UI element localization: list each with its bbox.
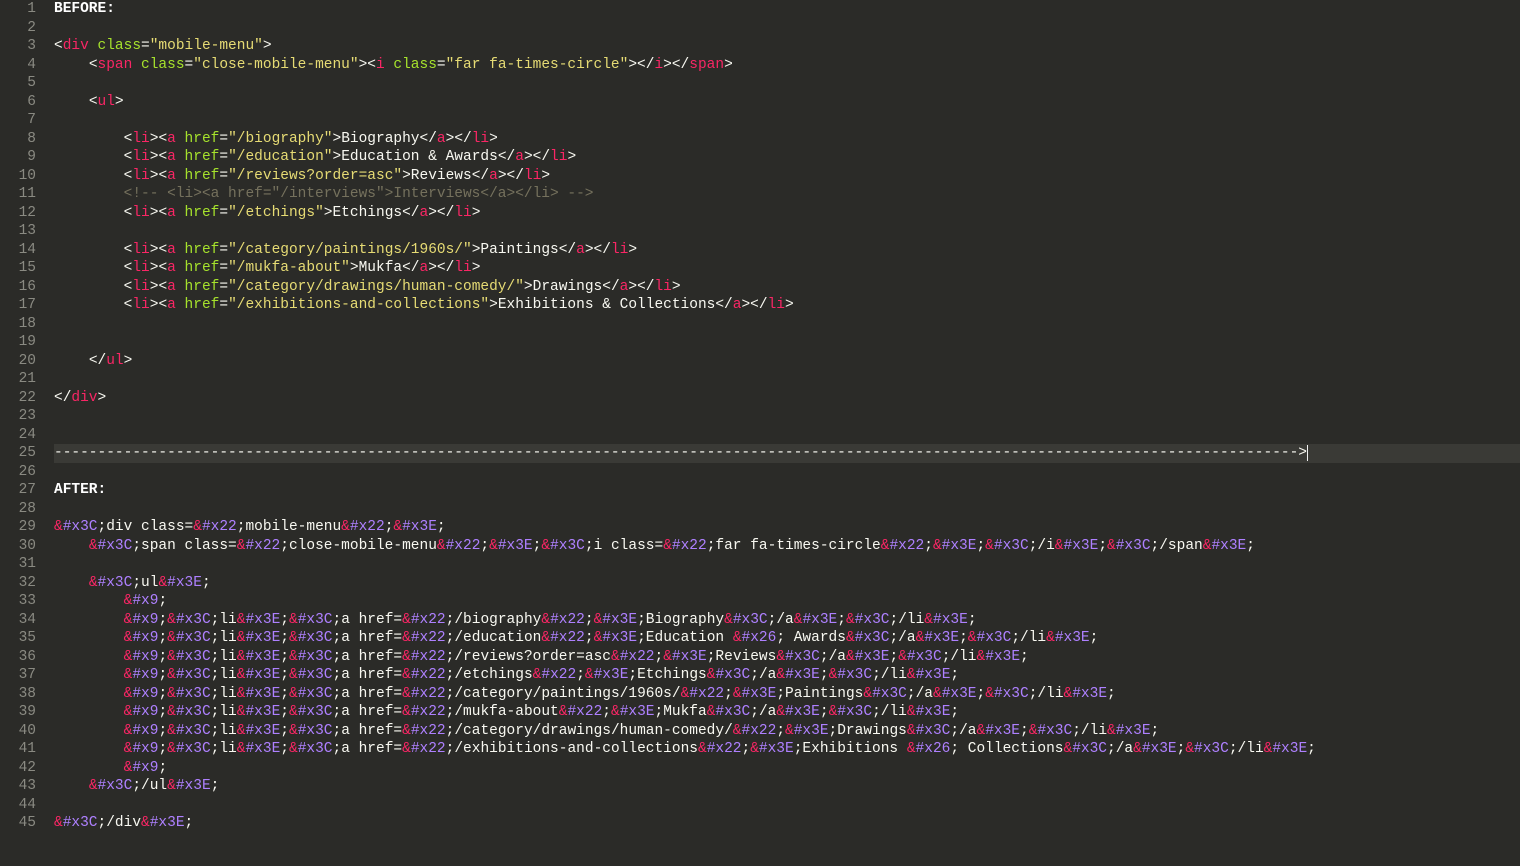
line-number: 19 xyxy=(0,333,36,352)
line-number: 13 xyxy=(0,222,36,241)
line-number: 32 xyxy=(0,574,36,593)
line-number: 22 xyxy=(0,389,36,408)
code-line[interactable]: </ul> xyxy=(54,352,1520,371)
line-number: 16 xyxy=(0,278,36,297)
code-line[interactable] xyxy=(54,555,1520,574)
line-number: 26 xyxy=(0,463,36,482)
line-number: 8 xyxy=(0,130,36,149)
line-number: 29 xyxy=(0,518,36,537)
code-line[interactable] xyxy=(54,74,1520,93)
code-line[interactable]: <li><a href="/exhibitions-and-collection… xyxy=(54,296,1520,315)
code-line[interactable]: &#x9;&#x3C;li&#x3E;&#x3C;a href=&#x22;/e… xyxy=(54,629,1520,648)
line-number: 33 xyxy=(0,592,36,611)
line-number: 15 xyxy=(0,259,36,278)
code-line[interactable]: <li><a href="/mukfa-about">Mukfa</a></li… xyxy=(54,259,1520,278)
code-line[interactable]: <!-- <li><a href="/interviews">Interview… xyxy=(54,185,1520,204)
line-number: 9 xyxy=(0,148,36,167)
line-number: 44 xyxy=(0,796,36,815)
code-line[interactable]: &#x9;&#x3C;li&#x3E;&#x3C;a href=&#x22;/e… xyxy=(54,740,1520,759)
code-line[interactable]: <div class="mobile-menu"> xyxy=(54,37,1520,56)
code-line[interactable]: &#x9;&#x3C;li&#x3E;&#x3C;a href=&#x22;/c… xyxy=(54,685,1520,704)
code-line[interactable]: &#x3C;/div&#x3E; xyxy=(54,814,1520,833)
line-number: 42 xyxy=(0,759,36,778)
code-line[interactable] xyxy=(54,796,1520,815)
line-number: 2 xyxy=(0,19,36,38)
code-line[interactable]: </div> xyxy=(54,389,1520,408)
code-line[interactable] xyxy=(54,407,1520,426)
code-line[interactable] xyxy=(54,333,1520,352)
code-line[interactable]: &#x3C;div class=&#x22;mobile-menu&#x22;&… xyxy=(54,518,1520,537)
line-number: 37 xyxy=(0,666,36,685)
line-number: 31 xyxy=(0,555,36,574)
code-area[interactable]: BEFORE: <div class="mobile-menu"> <span c… xyxy=(46,0,1520,866)
line-number: 21 xyxy=(0,370,36,389)
line-number: 17 xyxy=(0,296,36,315)
line-number: 45 xyxy=(0,814,36,833)
line-number: 12 xyxy=(0,204,36,223)
code-line[interactable]: &#x9;&#x3C;li&#x3E;&#x3C;a href=&#x22;/b… xyxy=(54,611,1520,630)
line-number: 39 xyxy=(0,703,36,722)
code-line[interactable]: &#x3C;ul&#x3E; xyxy=(54,574,1520,593)
code-line[interactable]: &#x9; xyxy=(54,759,1520,778)
line-number: 40 xyxy=(0,722,36,741)
line-number: 36 xyxy=(0,648,36,667)
code-line[interactable] xyxy=(54,463,1520,482)
line-number: 14 xyxy=(0,241,36,260)
code-line[interactable]: <li><a href="/etchings">Etchings</a></li… xyxy=(54,204,1520,223)
code-line[interactable]: <ul> xyxy=(54,93,1520,112)
line-number-gutter: 1234567891011121314151617181920212223242… xyxy=(0,0,46,866)
code-line[interactable]: ----------------------------------------… xyxy=(54,444,1520,463)
line-number: 18 xyxy=(0,315,36,334)
code-line[interactable]: <li><a href="/category/paintings/1960s/"… xyxy=(54,241,1520,260)
line-number: 24 xyxy=(0,426,36,445)
code-line[interactable]: AFTER: xyxy=(54,481,1520,500)
code-line[interactable]: <li><a href="/education">Education & Awa… xyxy=(54,148,1520,167)
line-number: 3 xyxy=(0,37,36,56)
line-number: 11 xyxy=(0,185,36,204)
code-line[interactable] xyxy=(54,426,1520,445)
code-line[interactable] xyxy=(54,19,1520,38)
code-line[interactable]: &#x3C;/ul&#x3E; xyxy=(54,777,1520,796)
code-line[interactable] xyxy=(54,222,1520,241)
line-number: 1 xyxy=(0,0,36,19)
code-line[interactable] xyxy=(54,500,1520,519)
code-line[interactable] xyxy=(54,370,1520,389)
line-number: 6 xyxy=(0,93,36,112)
line-number: 38 xyxy=(0,685,36,704)
code-line[interactable]: <li><a href="/reviews?order=asc">Reviews… xyxy=(54,167,1520,186)
code-line[interactable]: &#x9;&#x3C;li&#x3E;&#x3C;a href=&#x22;/c… xyxy=(54,722,1520,741)
code-line[interactable]: BEFORE: xyxy=(54,0,1520,19)
code-line[interactable] xyxy=(54,315,1520,334)
line-number: 7 xyxy=(0,111,36,130)
line-number: 10 xyxy=(0,167,36,186)
code-line[interactable]: &#x9;&#x3C;li&#x3E;&#x3C;a href=&#x22;/r… xyxy=(54,648,1520,667)
code-line[interactable]: <li><a href="/biography">Biography</a></… xyxy=(54,130,1520,149)
code-line[interactable]: &#x9; xyxy=(54,592,1520,611)
code-line[interactable]: &#x9;&#x3C;li&#x3E;&#x3C;a href=&#x22;/m… xyxy=(54,703,1520,722)
line-number: 25 xyxy=(0,444,36,463)
line-number: 43 xyxy=(0,777,36,796)
code-line[interactable]: <span class="close-mobile-menu"><i class… xyxy=(54,56,1520,75)
code-editor[interactable]: 1234567891011121314151617181920212223242… xyxy=(0,0,1520,866)
code-line[interactable]: <li><a href="/category/drawings/human-co… xyxy=(54,278,1520,297)
line-number: 5 xyxy=(0,74,36,93)
line-number: 23 xyxy=(0,407,36,426)
line-number: 35 xyxy=(0,629,36,648)
code-line[interactable]: &#x3C;span class=&#x22;close-mobile-menu… xyxy=(54,537,1520,556)
line-number: 20 xyxy=(0,352,36,371)
line-number: 30 xyxy=(0,537,36,556)
line-number: 34 xyxy=(0,611,36,630)
line-number: 28 xyxy=(0,500,36,519)
line-number: 27 xyxy=(0,481,36,500)
code-line[interactable] xyxy=(54,111,1520,130)
line-number: 4 xyxy=(0,56,36,75)
line-number: 41 xyxy=(0,740,36,759)
code-line[interactable]: &#x9;&#x3C;li&#x3E;&#x3C;a href=&#x22;/e… xyxy=(54,666,1520,685)
